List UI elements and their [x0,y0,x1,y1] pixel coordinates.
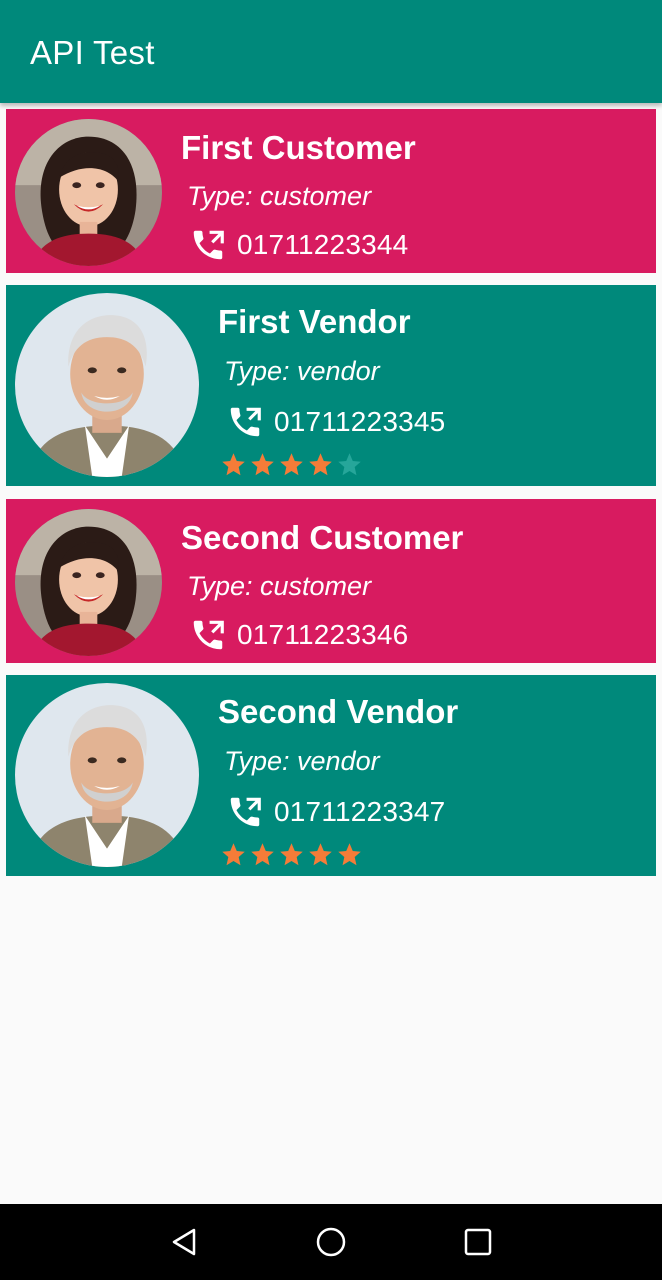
star-filled-icon[interactable] [249,841,276,868]
star-filled-icon[interactable] [307,841,334,868]
customer-card[interactable]: First Customer Type: customer 0171122334… [6,109,656,273]
recents-square-icon[interactable] [462,1226,494,1258]
contact-type: Type: vendor [224,356,380,386]
phone-call-icon [189,616,227,654]
phone-number: 01711223344 [237,229,409,260]
contact-type: Type: customer [187,571,372,601]
contact-name: First Customer [181,129,416,166]
contact-name: Second Vendor [218,693,459,730]
star-filled-icon[interactable] [249,451,276,478]
woman-avatar [15,119,162,266]
phone-call-icon [226,793,264,831]
app-bar: API Test [0,0,662,103]
star-empty-icon[interactable] [336,451,363,478]
phone-call-icon [189,226,227,264]
contact-name: Second Customer [181,519,464,556]
woman-avatar [15,509,162,656]
star-filled-icon[interactable] [307,451,334,478]
rating-bar[interactable] [220,451,365,478]
star-filled-icon[interactable] [278,451,305,478]
rating-bar[interactable] [220,841,365,868]
vendor-card[interactable]: Second Vendor Type: vendor 01711223347 [6,675,656,876]
customer-card[interactable]: Second Customer Type: customer 017112233… [6,499,656,663]
system-nav-bar [0,1204,662,1280]
man-avatar [15,683,199,867]
star-filled-icon[interactable] [220,451,247,478]
phone-number: 01711223345 [274,406,446,437]
phone-call-icon [226,403,264,441]
phone-number: 01711223347 [274,796,446,827]
star-filled-icon[interactable] [278,841,305,868]
phone-row[interactable]: 01711223346 [189,616,408,654]
back-triangle-icon[interactable] [168,1226,200,1258]
phone-row[interactable]: 01711223347 [226,793,445,831]
phone-number: 01711223346 [237,619,409,650]
home-circle-icon[interactable] [315,1226,347,1258]
phone-row[interactable]: 01711223344 [189,226,408,264]
vendor-card[interactable]: First Vendor Type: vendor 01711223345 [6,285,656,486]
app-title: API Test [30,34,155,71]
contact-name: First Vendor [218,303,411,340]
contact-type: Type: vendor [224,746,380,776]
star-filled-icon[interactable] [220,841,247,868]
man-avatar [15,293,199,477]
star-filled-icon[interactable] [336,841,363,868]
contact-type: Type: customer [187,181,372,211]
phone-row[interactable]: 01711223345 [226,403,445,441]
